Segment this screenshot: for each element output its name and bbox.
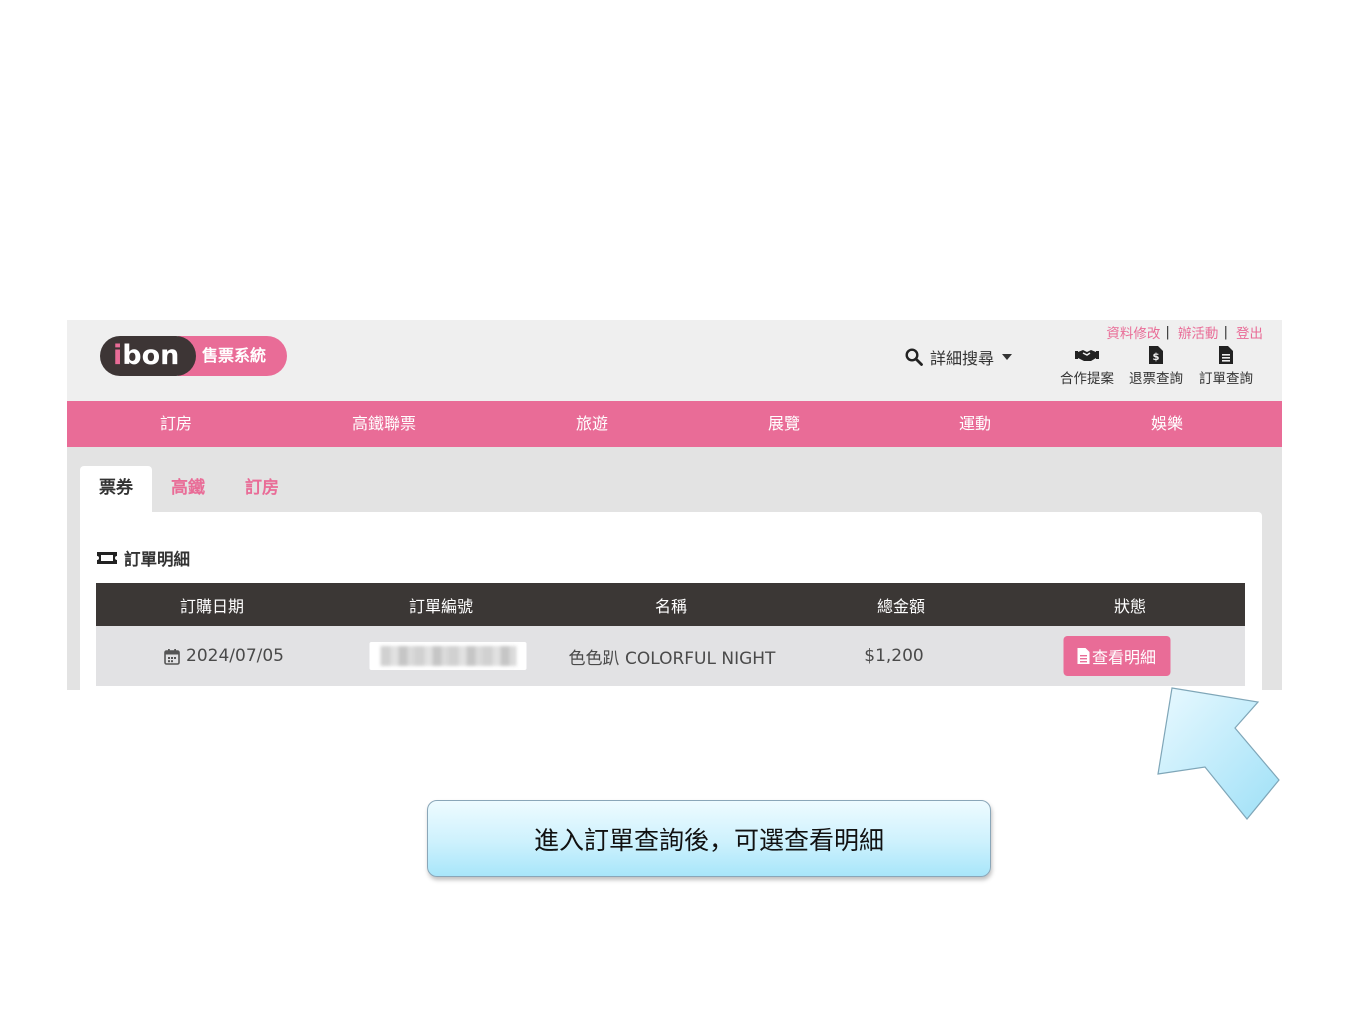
logo-brand-i: i [113, 340, 123, 371]
nav-item-hsr-package[interactable]: 高鐵聯票 [352, 401, 416, 447]
tab-hsr[interactable]: 高鐵 [171, 466, 205, 512]
nav-item-travel[interactable]: 旅遊 [576, 401, 608, 447]
separator: | [1165, 324, 1170, 340]
pointer-arrow-icon [1157, 687, 1280, 820]
view-detail-button[interactable]: 查看明細 [1063, 636, 1171, 676]
refund-doc-icon: $ [1149, 346, 1163, 364]
calendar-icon [164, 648, 180, 665]
quick-link-label: 訂單查詢 [1199, 371, 1253, 387]
logo-brand: ibon [100, 336, 196, 376]
section-title-text: 訂單明細 [124, 550, 190, 569]
blurred-order-number [369, 642, 527, 670]
site-header: ibon 售票系統 詳細搜尋 資料修改 | 辦活動 | 登出 合作提案 $ 退票… [67, 320, 1282, 401]
detail-search-label: 詳細搜尋 [930, 349, 995, 368]
main-nav: 訂房 高鐵聯票 旅遊 展覽 運動 娛樂 [67, 401, 1282, 447]
quick-link-refund[interactable]: $ 退票查詢 [1129, 346, 1183, 387]
col-total: 總金額 [876, 596, 926, 616]
col-status: 狀態 [1113, 596, 1147, 616]
svg-text:$: $ [1153, 352, 1160, 363]
nav-item-entertainment[interactable]: 娛樂 [1151, 401, 1183, 447]
quick-link-partnership[interactable]: 合作提案 [1060, 346, 1114, 387]
screenshot-panel: ibon 售票系統 詳細搜尋 資料修改 | 辦活動 | 登出 合作提案 $ 退票… [67, 320, 1282, 690]
section-title: 訂單明細 [96, 546, 190, 570]
table-header: 訂購日期 訂單編號 名稱 總金額 狀態 [96, 583, 1245, 626]
cell-status: 查看明細 [1063, 626, 1171, 686]
cell-name: 色色趴 COLORFUL NIGHT [568, 648, 776, 669]
top-links: 資料修改 | 辦活動 | 登出 [1106, 322, 1263, 342]
link-host-event[interactable]: 辦活動 [1178, 322, 1219, 342]
link-edit-profile[interactable]: 資料修改 [1106, 322, 1160, 342]
callout-text: 進入訂單查詢後，可選查看明細 [533, 825, 884, 855]
nav-item-exhibition[interactable]: 展覽 [768, 401, 800, 447]
ibon-logo[interactable]: ibon 售票系統 [100, 336, 287, 376]
cell-total: $1,200 [864, 646, 924, 666]
handshake-icon [1075, 350, 1099, 361]
annotation-callout: 進入訂單查詢後，可選查看明細 [427, 800, 991, 877]
logo-brand-text: bon [122, 340, 180, 371]
tab-hotel[interactable]: 訂房 [245, 466, 279, 512]
quick-link-label: 合作提案 [1060, 371, 1114, 387]
nav-item-sports[interactable]: 運動 [959, 401, 991, 447]
caret-down-icon [1002, 354, 1013, 360]
detail-search[interactable]: 詳細搜尋 [905, 346, 1013, 368]
col-name: 名稱 [654, 596, 688, 616]
col-order-date: 訂購日期 [179, 596, 245, 616]
link-logout[interactable]: 登出 [1236, 322, 1263, 342]
cell-order-no [369, 626, 527, 686]
table-row: 2024/07/05 色色趴 COLORFUL NIGHT $1,200 查看明… [96, 626, 1245, 686]
order-doc-icon [1219, 346, 1233, 364]
search-icon [905, 348, 923, 366]
quick-link-label: 退票查詢 [1129, 371, 1183, 387]
col-order-no: 訂單編號 [408, 596, 474, 616]
quick-link-order[interactable]: 訂單查詢 [1199, 346, 1253, 387]
ticket-icon [97, 552, 117, 564]
tab-tickets[interactable]: 票券 [80, 466, 152, 512]
cell-order-date: 2024/07/05 [164, 626, 284, 686]
separator: | [1223, 324, 1228, 340]
nav-item-hotel[interactable]: 訂房 [160, 401, 192, 447]
view-detail-label: 查看明細 [1091, 648, 1156, 667]
blur-pattern [380, 646, 516, 666]
order-detail-card: 訂單明細 訂購日期 訂單編號 名稱 總金額 狀態 2024/07/05 色色趴 … [80, 512, 1262, 690]
order-date: 2024/07/05 [186, 646, 284, 666]
file-icon [1077, 648, 1090, 664]
